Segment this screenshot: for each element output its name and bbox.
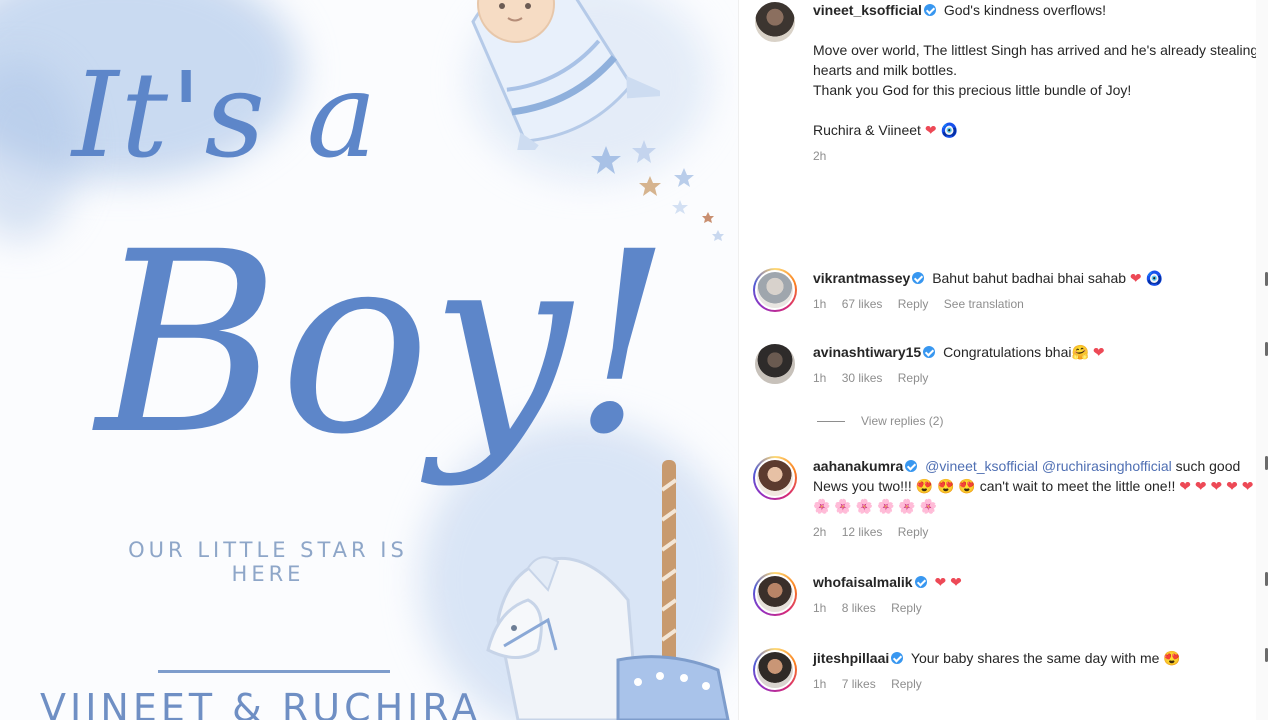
comment-item: whofaisalmalik ❤ ❤ 1h 8 likes Reply xyxy=(751,572,1261,618)
comment-likes[interactable]: 7 likes xyxy=(842,677,876,691)
headline-boy: Boy! xyxy=(96,198,672,489)
verified-badge-icon xyxy=(923,4,936,16)
mention-link[interactable]: @vineet_ksofficial xyxy=(925,458,1038,474)
heart-emoji-icon: ❤ xyxy=(934,574,947,590)
heart-emoji-icon: ❤ xyxy=(1241,478,1254,494)
scrollbar-track[interactable] xyxy=(1256,0,1268,720)
comment-time: 1h xyxy=(813,601,827,615)
names-divider xyxy=(158,670,390,673)
comment-likes[interactable]: 12 likes xyxy=(842,525,883,539)
comment-item: jiteshpillaai Your baby shares the same … xyxy=(751,648,1261,694)
see-translation-button[interactable]: See translation xyxy=(944,297,1024,311)
verified-badge-icon xyxy=(905,460,918,472)
heart-emoji-icon: ❤ xyxy=(1194,478,1207,494)
nazar-emoji-icon: 🧿 xyxy=(940,122,958,138)
comment-item: aahanakumra @vineet_ksofficial @ruchiras… xyxy=(751,456,1261,542)
comment-time: 2h xyxy=(813,525,827,539)
caption-line-2: Move over world, The littlest Singh has … xyxy=(813,42,1259,78)
reply-button[interactable]: Reply xyxy=(898,525,929,539)
scrollbar-marker xyxy=(1265,272,1268,286)
scrollbar-marker xyxy=(1265,456,1268,470)
avatar[interactable] xyxy=(753,572,797,616)
blossom-emoji-icon: 🌸 xyxy=(834,498,852,514)
comment-text: Congratulations bhai xyxy=(943,344,1072,360)
comment-time: 1h xyxy=(813,677,827,691)
heart-eyes-emoji-icon: 😍 xyxy=(958,478,976,494)
verified-badge-icon xyxy=(923,346,936,358)
caption-line-3: Thank you God for this precious little b… xyxy=(813,82,1132,98)
comment-username[interactable]: jiteshpillaai xyxy=(813,650,889,666)
heart-emoji-icon: ❤ xyxy=(924,122,937,138)
caption-username[interactable]: vineet_ksofficial xyxy=(813,2,922,18)
comment-username[interactable]: aahanakumra xyxy=(813,458,903,474)
blossom-emoji-icon: 🌸 xyxy=(898,498,916,514)
verified-badge-icon xyxy=(891,652,904,664)
avatar[interactable] xyxy=(753,648,797,692)
rocking-horse-illustration xyxy=(486,460,730,720)
comment-item: vikrantmassey Bahut bahut badhai bhai sa… xyxy=(751,268,1261,314)
heart-eyes-emoji-icon: 😍 xyxy=(915,478,934,494)
heart-emoji-icon: ❤ xyxy=(1092,344,1105,360)
comment-text: Your baby shares the same day with me xyxy=(910,650,1160,666)
heart-emoji-icon: ❤ xyxy=(950,574,962,590)
avatar[interactable] xyxy=(753,456,797,500)
scrollbar-marker xyxy=(1265,342,1268,356)
heart-emoji-icon: ❤ xyxy=(1226,478,1238,494)
scrollbar-marker xyxy=(1265,572,1268,586)
caption-line-1: God's kindness overflows! xyxy=(943,2,1107,18)
caption-time: 2h xyxy=(813,149,827,163)
heart-emoji-icon: ❤ xyxy=(1210,478,1223,494)
rocket-illustration xyxy=(471,0,660,150)
reply-button[interactable]: Reply xyxy=(891,601,922,615)
avatar[interactable] xyxy=(753,0,797,44)
caption-signature: Ruchira & Viineet xyxy=(813,122,921,138)
comments-panel[interactable]: vineet_ksofficial God's kindness overflo… xyxy=(738,0,1268,720)
comment-likes[interactable]: 8 likes xyxy=(842,601,876,615)
avatar[interactable] xyxy=(753,268,797,312)
heart-eyes-emoji-icon: 😍 xyxy=(1163,650,1181,666)
verified-badge-icon xyxy=(914,576,927,588)
view-replies-label: View replies (2) xyxy=(861,414,944,428)
replies-dash xyxy=(817,421,845,423)
comment-likes[interactable]: 67 likes xyxy=(842,297,883,311)
comment-item: avinashtiwary15 Congratulations bhai🤗 ❤ … xyxy=(751,342,1261,388)
reply-button[interactable]: Reply xyxy=(891,677,922,691)
hug-emoji-icon: 🤗 xyxy=(1071,344,1089,360)
nazar-emoji-icon: 🧿 xyxy=(1145,270,1163,286)
tagline: OUR LITTLE STAR IS HERE xyxy=(128,538,408,587)
blossom-emoji-icon: 🌸 xyxy=(919,498,938,514)
reply-button[interactable]: Reply xyxy=(898,297,929,311)
post-image[interactable]: It's a Boy! OUR LITTLE STAR IS HERE VIIN… xyxy=(0,0,738,720)
mention-link[interactable]: @ruchirasinghofficial xyxy=(1042,458,1172,474)
blossom-emoji-icon: 🌸 xyxy=(855,498,874,514)
blossom-emoji-icon: 🌸 xyxy=(876,498,895,514)
verified-badge-icon xyxy=(912,272,925,284)
heart-emoji-icon: ❤ xyxy=(1179,478,1191,494)
comment-text: Bahut bahut badhai bhai sahab xyxy=(932,270,1127,286)
heart-eyes-emoji-icon: 😍 xyxy=(937,478,955,494)
comment-username[interactable]: vikrantmassey xyxy=(813,270,910,286)
comment-username[interactable]: whofaisalmalik xyxy=(813,574,913,590)
comment-time: 1h xyxy=(813,297,827,311)
comment-username[interactable]: avinashtiwary15 xyxy=(813,344,921,360)
post-caption: vineet_ksofficial God's kindness overflo… xyxy=(751,0,1261,166)
blossom-emoji-icon: 🌸 xyxy=(813,498,831,514)
comment-text: can't wait to meet the little one!! xyxy=(979,478,1176,494)
scrollbar-marker xyxy=(1265,648,1268,662)
view-replies-button[interactable]: View replies (2) xyxy=(817,414,943,428)
heart-emoji-icon: ❤ xyxy=(1129,270,1142,286)
comment-time: 1h xyxy=(813,371,827,385)
comment-likes[interactable]: 30 likes xyxy=(842,371,883,385)
reply-button[interactable]: Reply xyxy=(898,371,929,385)
avatar[interactable] xyxy=(753,342,797,386)
parent-names: VIINEET & RUCHIRA xyxy=(40,686,482,720)
headline-its-a: It's a xyxy=(72,46,379,184)
